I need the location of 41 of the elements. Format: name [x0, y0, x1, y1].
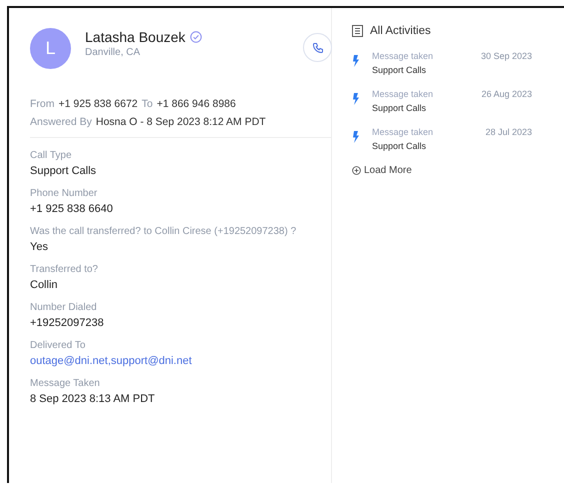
call-info-value: +1 866 946 8986 [156, 98, 236, 110]
field-label: Was the call transferred? to Collin Cirese (+19252097238) ? [30, 226, 298, 237]
avatar: L [30, 28, 71, 69]
contact-location: Danville, CA [85, 47, 142, 58]
answered-value: Hosna O - 8 Sep 2023 8:12 AM PDT [96, 116, 266, 128]
activity-date: 26 Aug 2023 [481, 89, 532, 99]
email-link[interactable]: outage@dni.net,support@dni.net [30, 355, 331, 367]
activity-date: 28 Jul 2023 [485, 127, 532, 137]
call-info-value: +1 925 838 6672 [58, 98, 138, 110]
activity-action: Message taken [372, 127, 434, 137]
field-value: 8 Sep 2023 8:13 AM PDT [30, 393, 156, 405]
lightning-icon [352, 55, 360, 67]
field-label: Call Type [30, 150, 73, 161]
field-label: Transferred to? [30, 264, 99, 275]
activities-title: All Activities [370, 25, 431, 37]
activity-date: 30 Sep 2023 [480, 51, 532, 61]
lightning-icon [352, 93, 360, 105]
plus-circle-icon [352, 166, 361, 175]
call-info-label: To [142, 98, 153, 110]
field-value: Support Calls [30, 165, 98, 177]
contact-name: Latasha Bouzek [85, 29, 186, 45]
field-label: Phone Number [30, 188, 98, 199]
answered-label: Answered By [30, 116, 92, 128]
phone-icon [312, 42, 324, 54]
activity-action: Message taken [372, 89, 434, 99]
field-label: Number Dialed [30, 302, 98, 313]
field-label: Delivered To [30, 340, 86, 351]
activity-type: Support Calls [372, 65, 428, 75]
call-button[interactable] [303, 33, 332, 62]
field-value: Collin [30, 279, 59, 291]
activity-action: Message taken [372, 51, 434, 61]
field-value: +1 925 838 6640 [30, 203, 114, 215]
activity-type: Support Calls [372, 141, 428, 151]
field-value: Yes [30, 241, 49, 253]
load-more-button[interactable]: Load More [352, 165, 412, 176]
call-info-label: From [30, 98, 54, 110]
lightning-icon [352, 131, 360, 143]
field-label: Message Taken [30, 378, 101, 389]
activity-type: Support Calls [372, 103, 428, 113]
field-value: +19252097238 [30, 317, 105, 329]
list-icon [352, 25, 363, 37]
